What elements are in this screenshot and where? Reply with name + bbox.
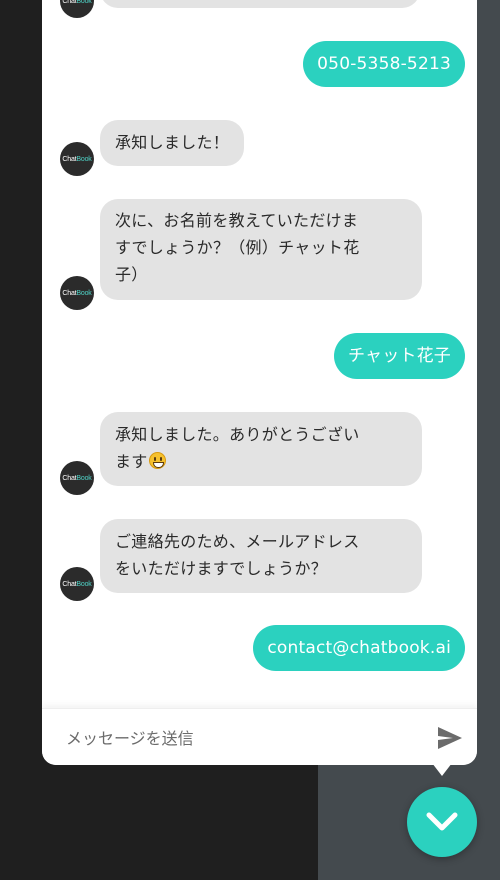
chevron-down-icon xyxy=(426,812,458,831)
message-list[interactable]: Chat Book 050-5358-5213 承知しました！ Chat Book … xyxy=(42,0,477,708)
bot-message: 次に、お名前を教えていただけま すでしょうか？（例）チャット花 子） xyxy=(100,199,422,300)
bot-message-line: 承知しました。ありがとうござい xyxy=(115,425,360,444)
bot-message-line: ます xyxy=(115,452,148,471)
user-message: contact@chatbook.ai xyxy=(253,625,465,671)
bot-message-text: 承知しました！ xyxy=(115,133,230,152)
chat-window: Chat Book 050-5358-5213 承知しました！ Chat Book … xyxy=(42,0,477,765)
bot-avatar: Chat Book xyxy=(60,276,94,310)
send-icon xyxy=(438,727,462,749)
user-message: 050-5358-5213 xyxy=(303,41,465,87)
user-message-text: 050-5358-5213 xyxy=(317,54,451,74)
bot-message: ご連絡先のため、メールアドレス をいただけますでしょうか？ xyxy=(100,519,422,593)
bot-avatar: Chat Book xyxy=(60,567,94,601)
bot-message-partial xyxy=(100,0,420,8)
bot-avatar: Chat Book xyxy=(60,461,94,495)
bot-message-line: すでしょうか？（例）チャット花 xyxy=(115,238,360,257)
message-input-bar xyxy=(42,708,477,765)
send-button[interactable] xyxy=(435,723,465,753)
bot-message: 承知しました！ xyxy=(100,120,245,166)
bot-avatar: Chat Book xyxy=(60,142,94,176)
bot-message-line: 次に、お名前を教えていただけま xyxy=(115,211,359,230)
chat-window-pointer xyxy=(432,763,452,776)
bot-message-line: をいただけますでしょうか？ xyxy=(115,559,328,578)
bot-message-line: 子） xyxy=(115,265,148,284)
bot-message-line: ご連絡先のため、メールアドレス xyxy=(115,532,360,551)
user-message-text: contact@chatbook.ai xyxy=(267,638,451,658)
user-message: チャット花子 xyxy=(333,333,465,379)
bot-avatar: Chat Book xyxy=(60,0,94,18)
user-message-text: チャット花子 xyxy=(347,346,451,366)
chat-toggle-button[interactable] xyxy=(407,787,477,857)
bot-message: 承知しました。ありがとうござい ます xyxy=(100,412,422,486)
grinning-face-icon xyxy=(148,452,166,469)
message-input[interactable] xyxy=(56,717,426,759)
